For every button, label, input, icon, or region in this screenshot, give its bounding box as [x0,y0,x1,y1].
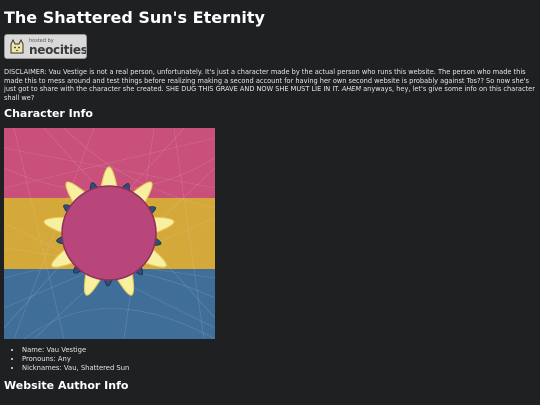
website-author-info-heading: Website Author Info [4,379,129,392]
list-item-name: Name: Vau Vestige [22,346,129,355]
list-item-pronouns: Pronouns: Any [22,355,129,364]
character-info-heading: Character Info [4,107,93,120]
character-sun-image [4,128,215,339]
disclaimer-paragraph: DISCLAIMER: Vau Vestige is not a real pe… [4,68,536,103]
character-info-list: Name: Vau Vestige Pronouns: Any Nickname… [4,346,129,373]
neocities-cat-icon [7,37,27,57]
list-item-nicknames: Nicknames: Vau, Shattered Sun [22,364,129,373]
disclaimer-emphasis: AHEM [341,85,362,94]
neocities-badge[interactable]: hosted by neocities [4,34,87,59]
badge-brand-text: neocities [29,43,87,57]
page-title: The Shattered Sun's Eternity [4,8,265,27]
sun-core [61,185,157,281]
